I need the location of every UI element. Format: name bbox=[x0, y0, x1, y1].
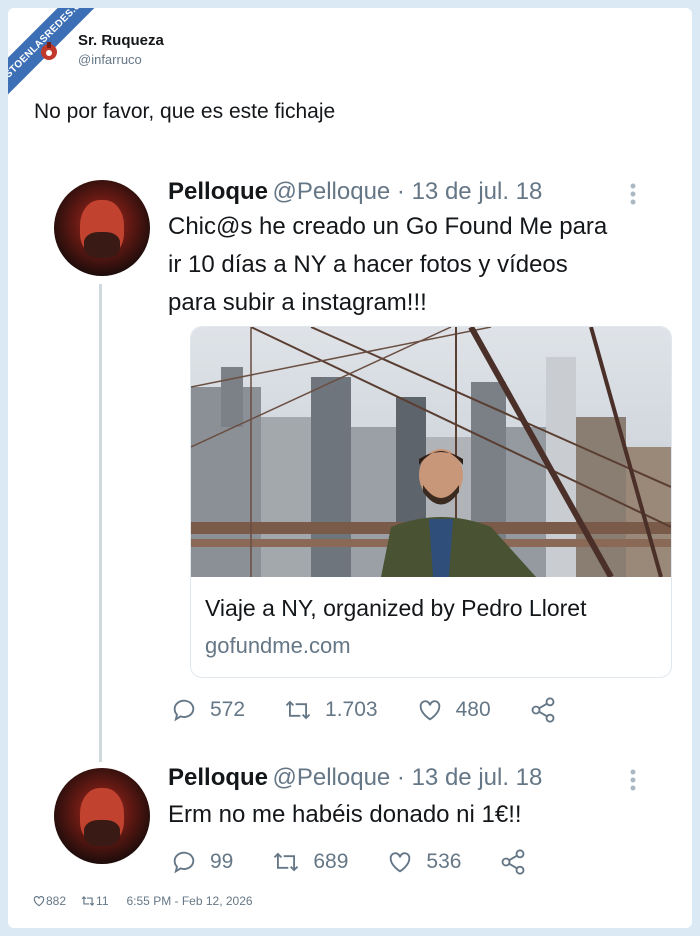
tweet1-meta[interactable]: @Pelloque · 13 de jul. 18 bbox=[272, 178, 542, 205]
link-card-title[interactable]: Viaje a NY, organized by Pedro Lloret bbox=[205, 595, 586, 622]
tweet1-line: ir 10 días a NY a hacer fotos y vídeos bbox=[168, 251, 568, 278]
reply-button[interactable]: 99 bbox=[170, 848, 233, 876]
avatar-beard bbox=[84, 232, 120, 258]
heart-icon bbox=[419, 700, 440, 721]
retweet-icon bbox=[285, 700, 311, 720]
retweet-button[interactable]: 689 bbox=[271, 848, 348, 876]
post-card: VISTOENLASREDES.com Sr. Ruqueza @infarru… bbox=[8, 8, 692, 928]
share-icon bbox=[531, 697, 555, 723]
reply-count: 572 bbox=[210, 698, 246, 721]
author-name[interactable]: Sr. Ruqueza bbox=[78, 32, 164, 49]
footer-like-count: 882 bbox=[46, 894, 67, 908]
nyc-bridge-photo bbox=[191, 327, 671, 577]
tweet2-name[interactable]: Pelloque bbox=[168, 764, 268, 791]
retweet-icon[interactable] bbox=[80, 894, 96, 908]
thread-line bbox=[99, 284, 102, 762]
retweet-count: 689 bbox=[313, 850, 349, 873]
reply-icon bbox=[173, 851, 195, 874]
tweet1-avatar[interactable] bbox=[54, 180, 150, 276]
more-icon[interactable]: • • • bbox=[628, 177, 638, 211]
share-button[interactable] bbox=[499, 848, 539, 876]
post-text: No por favor, que es este fichaje bbox=[34, 100, 336, 123]
reply-count: 99 bbox=[210, 850, 234, 873]
like-button[interactable]: 480 bbox=[416, 696, 491, 724]
post-footer: 882 11 6:55 PM - Feb 12, 2026 bbox=[32, 894, 257, 908]
tweet2-header: Pelloque @Pelloque · 13 de jul. 18 bbox=[168, 764, 542, 792]
timestamp[interactable]: 6:55 PM - Feb 12, 2026 bbox=[127, 894, 253, 908]
footer-retweet-count: 11 bbox=[96, 894, 109, 908]
retweet-count: 1.703 bbox=[325, 698, 378, 721]
link-card[interactable]: Viaje a NY, organized by Pedro Lloret go… bbox=[190, 326, 672, 678]
tweet1-line: para subir a instagram!!! bbox=[168, 289, 427, 316]
embedded-screenshot: Pelloque @Pelloque · 13 de jul. 18 • • • C… bbox=[30, 158, 672, 878]
heart-icon[interactable] bbox=[32, 894, 46, 908]
tweet2-meta[interactable]: @Pelloque · 13 de jul. 18 bbox=[272, 764, 542, 791]
share-icon bbox=[502, 849, 525, 875]
post-author[interactable]: Sr. Ruqueza @infarruco bbox=[78, 32, 164, 67]
tweet2-actions: 99 689 536 bbox=[170, 848, 577, 876]
link-card-image bbox=[191, 327, 671, 577]
tweet1-header: Pelloque @Pelloque · 13 de jul. 18 bbox=[168, 178, 542, 206]
link-card-domain[interactable]: gofundme.com bbox=[205, 633, 351, 659]
reply-icon bbox=[173, 699, 195, 722]
tweet1-name[interactable]: Pelloque bbox=[168, 178, 268, 205]
like-button[interactable]: 536 bbox=[386, 848, 461, 876]
avatar[interactable] bbox=[38, 40, 60, 62]
tweet1-actions: 572 1.703 480 bbox=[170, 696, 607, 724]
retweet-button[interactable]: 1.703 bbox=[283, 696, 378, 724]
heart-icon bbox=[390, 852, 411, 873]
like-count: 480 bbox=[455, 698, 491, 721]
tweet1-line: Chic@s he creado un Go Found Me para bbox=[168, 213, 608, 240]
tweet2-text: Erm no me habéis donado ni 1€!! bbox=[168, 801, 522, 828]
like-count: 536 bbox=[426, 850, 462, 873]
tweet1-text: Chic@s he creado un Go Found Me para ir … bbox=[168, 208, 607, 322]
share-button[interactable] bbox=[529, 696, 569, 724]
more-icon[interactable]: • • • bbox=[628, 763, 638, 797]
reply-button[interactable]: 572 bbox=[170, 696, 245, 724]
tweet2-avatar[interactable] bbox=[54, 768, 150, 864]
author-handle[interactable]: @infarruco bbox=[78, 52, 164, 67]
avatar-beard bbox=[84, 820, 120, 846]
retweet-icon bbox=[274, 852, 299, 872]
